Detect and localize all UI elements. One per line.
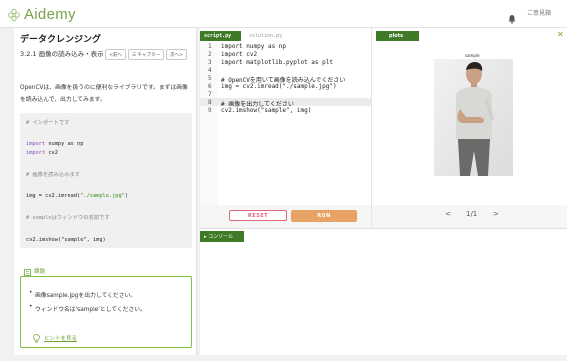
line-number: 3 <box>208 59 212 66</box>
logo-flower-icon <box>7 7 21 22</box>
line-number: 4 <box>208 67 212 74</box>
line-number: 7 <box>208 91 212 98</box>
editor-line: import numpy as np <box>221 43 287 50</box>
line-number: 9 <box>208 107 212 114</box>
line-number: 2 <box>208 51 212 58</box>
logo-text: Aidemy <box>24 5 76 23</box>
task-box: 画像sample.jpgを出力してください。 ウィンドウ名は'sample'とし… <box>20 276 192 348</box>
code-comment: # sampleはウィンドウの名前です <box>26 215 110 221</box>
chapter-button[interactable]: ☰ チャプター <box>128 49 164 60</box>
code-line: img = cv2.imread("./sample.jpg") <box>26 193 128 199</box>
sample-photo <box>434 59 513 176</box>
plot-next-button[interactable]: > <box>493 210 499 218</box>
code-text: ) <box>124 193 129 199</box>
code-keyword: import <box>26 150 46 156</box>
task-item: ウィンドウ名は'sample'としてください。 <box>29 304 146 313</box>
editor-line: import matplotlib.pyplot as plt <box>221 59 333 66</box>
prev-button[interactable]: <前へ <box>105 49 126 60</box>
lesson-panel: データクレンジング 3.2.1 画像の読み込み・表示 <前へ ☰ チャプター 次… <box>14 28 197 355</box>
code-comment: # インポートです <box>26 120 70 126</box>
reset-button[interactable]: RESET <box>229 210 287 221</box>
section-title: データクレンジング <box>20 35 102 45</box>
line-number: 5 <box>208 75 212 82</box>
code-keyword: import <box>26 141 46 147</box>
bell-icon[interactable] <box>507 9 517 24</box>
run-button[interactable]: RUN <box>291 210 357 222</box>
tab-script[interactable]: script.py <box>200 31 241 41</box>
task-item: 画像sample.jpgを出力してください。 <box>29 290 136 299</box>
feedback-link[interactable]: ご意見箱 <box>527 8 551 17</box>
plots-panel: plots ✕ sample <box>371 28 567 228</box>
editor-tabs: script.py solution.py <box>200 31 371 41</box>
tab-plots[interactable]: plots <box>376 31 419 41</box>
tab-solution[interactable]: solution.py <box>245 31 290 41</box>
code-comment: # 画像を読み込みます <box>26 172 81 178</box>
lightbulb-icon <box>33 328 40 347</box>
example-code-block: # インポートです import numpy as np import cv2 … <box>20 113 192 248</box>
lesson-intro: OpenCVは、画像を扱うのに便利なライブラリです。まずは画像を読み込んで、出力… <box>20 85 188 103</box>
tab-console[interactable]: ▸ コンソール <box>200 231 244 242</box>
line-number: 6 <box>208 83 212 90</box>
plot-page-indicator: 1/1 <box>466 210 478 218</box>
code-text: numpy as np <box>45 141 84 147</box>
editor-line: img = cv2.imread("./sample.jpg") <box>221 83 337 90</box>
editor-line: cv2.imshow("sample", img) <box>221 107 312 114</box>
line-number: 1 <box>208 43 212 50</box>
next-button[interactable]: 次へ> <box>166 49 187 60</box>
plot-title: sample <box>465 53 480 58</box>
lesson-title: 3.2.1 画像の読み込み・表示 <box>20 50 104 58</box>
plot-prev-button[interactable]: < <box>445 210 451 218</box>
code-text: img = cv2.imread( <box>26 193 81 199</box>
line-number: 8 <box>208 99 212 106</box>
task-label: 課題 <box>34 268 46 275</box>
code-line: import cv2 <box>26 150 58 156</box>
editor-line: import cv2 <box>221 51 258 58</box>
hint-label: ヒントを見る <box>44 335 78 342</box>
code-editor[interactable]: script.py solution.py 1 2 3 4 5 6 7 8 9 … <box>200 28 371 228</box>
top-header: Aidemy ご意見箱 <box>0 0 567 28</box>
close-icon[interactable]: ✕ <box>557 30 564 39</box>
aidemy-logo[interactable]: Aidemy <box>7 5 76 23</box>
console-panel: ▸ コンソール <box>200 228 567 355</box>
code-line: import numpy as np <box>26 141 83 147</box>
code-string: "./sample.jpg" <box>80 193 125 199</box>
code-line: cv2.imshow("sample", img) <box>26 237 106 243</box>
hint-link[interactable]: ヒントを見る <box>33 328 77 347</box>
code-text: cv2 <box>45 150 58 156</box>
